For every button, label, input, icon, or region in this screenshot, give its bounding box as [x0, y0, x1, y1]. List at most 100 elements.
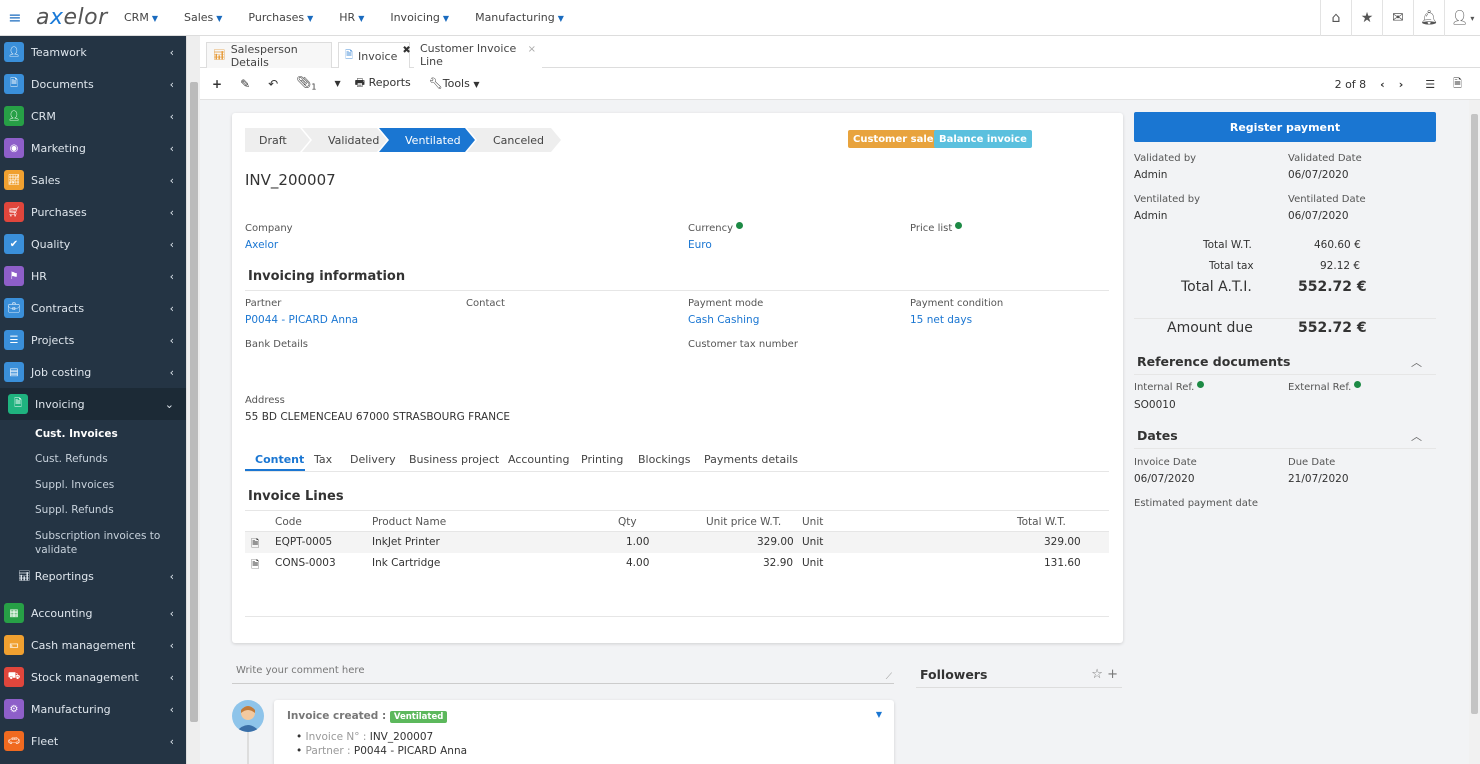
- tools-button[interactable]: 🔧︎Tools ▼: [429, 77, 480, 90]
- close-icon[interactable]: ×: [528, 44, 536, 55]
- main-scrollbar[interactable]: [1469, 100, 1480, 764]
- sidebar-item-stock-management[interactable]: ⛟ Stock management ‹: [0, 661, 186, 693]
- tab-salesperson-details[interactable]: 📊︎ Salesperson Details: [206, 42, 332, 69]
- help-icon[interactable]: [1354, 381, 1362, 388]
- hamburger-menu-icon[interactable]: ≡: [4, 8, 26, 27]
- tab-accounting[interactable]: Accounting: [508, 453, 569, 466]
- sidebar-item-sales[interactable]: 📈︎ Sales ‹: [0, 164, 186, 196]
- star-outline-icon[interactable]: ☆: [1091, 667, 1103, 682]
- row-document-icon[interactable]: 🗎: [251, 536, 259, 554]
- tab-blockings[interactable]: Blockings: [638, 453, 691, 466]
- col-header-qty[interactable]: Qty: [618, 516, 637, 528]
- table-row[interactable]: 🗎 EQPT-0005 InkJet Printer 1.00 329.00 U…: [245, 532, 1109, 553]
- status-draft[interactable]: Draft: [245, 128, 310, 152]
- status-ventilated[interactable]: Ventilated: [379, 128, 475, 152]
- sidebar-item-label: CRM: [31, 109, 56, 123]
- sidebar-subitem[interactable]: Suppl. Refunds: [35, 504, 114, 516]
- payment-mode-link[interactable]: Cash Cashing: [688, 314, 759, 326]
- col-header-unit[interactable]: Unit: [802, 516, 823, 528]
- menu-invoicing[interactable]: Invoicing ▼: [390, 11, 449, 24]
- menu-hr[interactable]: HR ▼: [339, 11, 364, 24]
- due-date-label: Due Date: [1288, 457, 1336, 468]
- star-icon[interactable]: ★: [1351, 0, 1382, 36]
- sidebar-subitem[interactable]: Cust. Invoices: [35, 428, 118, 440]
- scroll-thumb[interactable]: [1471, 114, 1478, 714]
- chevron-left-icon[interactable]: ‹: [1380, 78, 1385, 91]
- add-follower-icon[interactable]: +: [1107, 667, 1118, 682]
- payment-condition-link[interactable]: 15 net days: [910, 314, 972, 326]
- bell-icon[interactable]: 🔔︎: [1413, 0, 1444, 36]
- sidebar-item-crm[interactable]: 👤︎ CRM ‹: [0, 100, 186, 132]
- row-document-icon[interactable]: 🗎: [251, 557, 259, 575]
- close-icon[interactable]: ✖: [402, 45, 410, 56]
- reports-button[interactable]: 🖶 Reports: [355, 74, 411, 93]
- attachment-button[interactable]: 📎︎1: [296, 75, 316, 91]
- undo-icon[interactable]: ↶: [268, 77, 278, 91]
- sidebar-item-projects[interactable]: ☰ Projects ‹: [0, 324, 186, 356]
- sidebar-subitem-label-cont[interactable]: validate: [35, 544, 77, 556]
- chevron-right-icon[interactable]: ›: [1399, 78, 1404, 91]
- envelope-icon[interactable]: ✉: [1382, 0, 1413, 36]
- menu-manufacturing[interactable]: Manufacturing ▼: [475, 11, 564, 24]
- col-header-total[interactable]: Total W.T.: [1017, 516, 1066, 528]
- sidebar-item-invoicing[interactable]: 🗎 Invoicing ⌄: [0, 388, 186, 420]
- sidebar-item-quality[interactable]: ✔ Quality ‹: [0, 228, 186, 260]
- sidebar-item-manufacturing[interactable]: ⚙ Manufacturing ‹: [0, 693, 186, 725]
- help-icon[interactable]: [1197, 381, 1205, 388]
- axelor-logo[interactable]: axelor: [36, 5, 112, 30]
- home-icon[interactable]: ⌂: [1320, 0, 1351, 36]
- table-row[interactable]: 🗎 CONS-0003 Ink Cartridge 4.00 32.90 Uni…: [245, 553, 1109, 574]
- tab-invoice[interactable]: 🗎 Invoice ✖: [338, 42, 411, 69]
- scroll-thumb[interactable]: [190, 82, 198, 722]
- col-header-product[interactable]: Product Name: [372, 516, 446, 528]
- menu-crm[interactable]: CRM ▼: [124, 11, 158, 24]
- sidebar-item-accounting[interactable]: ▦ Accounting ‹: [0, 597, 186, 629]
- sidebar-item-purchases[interactable]: 🛒︎ Purchases ‹: [0, 196, 186, 228]
- sidebar-subitem[interactable]: Suppl. Invoices: [35, 479, 114, 491]
- caret-down-icon[interactable]: ▼: [876, 710, 882, 719]
- user-icon[interactable]: 👤︎ ▾: [1444, 0, 1480, 36]
- sidebar-icon: ✔: [4, 234, 24, 254]
- tab-delivery[interactable]: Delivery: [350, 453, 396, 466]
- add-icon[interactable]: +: [212, 77, 222, 91]
- sidebar-item-cash-management[interactable]: 💵︎ Cash management ‹: [0, 629, 186, 661]
- currency-link[interactable]: Euro: [688, 239, 712, 251]
- tab-payments-details[interactable]: Payments details: [704, 453, 798, 466]
- menu-purchases[interactable]: Purchases ▼: [248, 11, 313, 24]
- sidebar-item-fleet[interactable]: 🚗︎ Fleet ‹: [0, 725, 186, 757]
- sidebar-item-teamwork[interactable]: 👤︎ Teamwork ‹: [0, 36, 186, 68]
- company-link[interactable]: Axelor: [245, 239, 278, 251]
- sidebar-scrollbar[interactable]: [186, 36, 200, 764]
- resize-handle-icon[interactable]: ⟋: [886, 672, 892, 682]
- sidebar-item-marketing[interactable]: ◉ Marketing ‹: [0, 132, 186, 164]
- sidebar-item-contracts[interactable]: 💼︎ Contracts ‹: [0, 292, 186, 324]
- chevron-left-icon: ‹: [169, 77, 174, 91]
- tab-tax[interactable]: Tax: [314, 453, 332, 466]
- sidebar-item-hr[interactable]: ⚑ HR ‹: [0, 260, 186, 292]
- sidebar-item-reportings[interactable]: 📊︎ Reportings ‹: [0, 560, 186, 592]
- sidebar-item-job-costing[interactable]: ▤ Job costing ‹: [0, 356, 186, 388]
- col-header-unit-price[interactable]: Unit price W.T.: [706, 516, 781, 528]
- edit-icon[interactable]: ✎: [240, 77, 250, 91]
- tab-customer-invoice-line[interactable]: Customer Invoice Line ×: [414, 42, 542, 68]
- status-validated[interactable]: Validated: [302, 128, 387, 152]
- list-view-icon[interactable]: ☰: [1425, 78, 1435, 91]
- menu-sales[interactable]: Sales ▼: [184, 11, 222, 24]
- register-payment-button[interactable]: Register payment: [1134, 112, 1436, 142]
- sidebar-item-documents[interactable]: 🗎 Documents ‹: [0, 68, 186, 100]
- comment-input[interactable]: Write your comment here ⟋: [232, 660, 894, 684]
- tab-printing[interactable]: Printing: [581, 453, 623, 466]
- sidebar-subitem[interactable]: Subscription invoices to: [35, 530, 160, 542]
- document-view-icon[interactable]: 🗎: [1453, 75, 1462, 94]
- partner-link[interactable]: P0044 - PICARD Anna: [245, 314, 358, 326]
- col-header-code[interactable]: Code: [275, 516, 302, 528]
- tab-business-project[interactable]: Business project: [409, 453, 499, 466]
- tab-content[interactable]: Content: [255, 453, 304, 466]
- help-icon[interactable]: [736, 222, 744, 229]
- caret-down-icon[interactable]: ▼: [335, 79, 341, 88]
- status-canceled[interactable]: Canceled: [467, 128, 561, 152]
- chevron-up-icon[interactable]: ︿: [1411, 428, 1422, 444]
- sidebar-subitem[interactable]: Cust. Refunds: [35, 453, 108, 465]
- chevron-up-icon[interactable]: ︿: [1411, 354, 1422, 370]
- help-icon[interactable]: [955, 222, 963, 229]
